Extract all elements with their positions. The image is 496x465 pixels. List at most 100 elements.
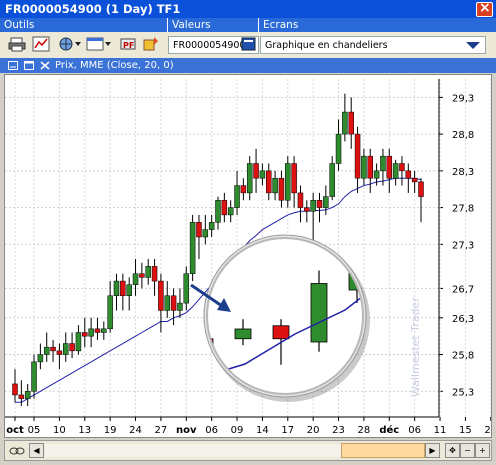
candle — [405, 170, 412, 179]
panel-title: Prix, MME (Close, 20, 0) — [55, 60, 174, 71]
x-tick-label: 19 — [104, 425, 117, 436]
candle — [56, 350, 63, 355]
candle — [145, 266, 151, 278]
x-tick-label: oct — [6, 425, 24, 436]
candle — [132, 273, 139, 285]
candle — [151, 266, 158, 282]
candle — [342, 111, 348, 135]
scroll-thumb[interactable] — [341, 443, 425, 458]
x-tick-label: nov — [176, 425, 197, 436]
close-icon[interactable] — [40, 61, 50, 70]
outils-header: Outils — [0, 18, 168, 32]
candle — [177, 302, 183, 311]
candle — [323, 196, 329, 208]
candle — [215, 199, 221, 223]
candle — [208, 222, 215, 230]
x-tick-label: 20 — [484, 425, 491, 436]
window-icon[interactable] — [86, 36, 104, 52]
candle — [234, 185, 240, 208]
candle — [88, 328, 94, 337]
candle — [75, 332, 82, 352]
candle — [126, 284, 132, 297]
x-tick-label: 10 — [53, 425, 66, 436]
book-icon[interactable] — [240, 36, 258, 52]
alert-icon[interactable] — [142, 36, 160, 52]
candle — [259, 170, 266, 179]
ecran-select[interactable]: Graphique en chandeliers — [260, 36, 486, 54]
candle — [50, 346, 56, 352]
zoom-move-icon[interactable]: ✥ — [445, 443, 460, 458]
x-tick-label: 24 — [129, 425, 142, 436]
print-icon[interactable] — [8, 36, 26, 52]
y-tick-label: 26,3 — [452, 314, 474, 325]
candle — [266, 170, 272, 194]
x-tick-label: 17 — [281, 425, 294, 436]
candle — [113, 280, 120, 297]
candle — [335, 133, 342, 164]
candle — [12, 383, 18, 396]
candle — [101, 328, 107, 333]
close-button[interactable] — [476, 0, 493, 17]
candle — [386, 155, 393, 179]
scroll-link-icon[interactable] — [9, 445, 25, 457]
zoom-candle — [310, 283, 328, 343]
candle — [278, 177, 285, 201]
candle — [418, 181, 424, 197]
candle — [361, 155, 367, 179]
window-title: FR0000054900 (1 Day) TF1 — [5, 2, 181, 16]
valeurs-header: Valeurs — [168, 18, 259, 32]
candle — [310, 199, 316, 212]
horizontal-scrollbar[interactable]: ◀ ▶ ✥ − + — [4, 440, 492, 461]
chart-type-icon[interactable] — [32, 36, 50, 52]
minimize-icon[interactable] — [8, 61, 18, 70]
price-chart[interactable]: 29,3 28,8 28,3 27,8 27,3 26,7 26,3 25,8 25,3 oct 0… — [4, 74, 492, 438]
candle — [316, 199, 323, 208]
ecrans-header: Ecrans — [259, 18, 496, 32]
candle — [380, 155, 386, 172]
y-tick-label: 26,7 — [452, 284, 474, 295]
candle — [202, 229, 209, 238]
candle — [18, 394, 25, 399]
chevron-down-icon[interactable] — [104, 36, 112, 52]
y-tick-label: 27,8 — [452, 204, 474, 215]
candle — [285, 163, 291, 201]
candle — [196, 222, 202, 238]
maximize-icon[interactable] — [24, 61, 34, 70]
candle — [329, 163, 335, 197]
scroll-right-button[interactable]: ▶ — [425, 443, 440, 458]
x-tick-label: 27 — [155, 425, 168, 436]
candle — [367, 155, 373, 179]
chevron-down-icon[interactable] — [74, 36, 82, 52]
zoom-in-icon[interactable]: + — [475, 443, 490, 458]
x-tick-label: 14 — [256, 425, 269, 436]
candle — [354, 133, 361, 179]
chevron-down-icon[interactable] — [463, 38, 483, 52]
candle — [158, 280, 164, 311]
candle — [63, 343, 69, 355]
candle — [183, 273, 190, 304]
candle — [94, 328, 101, 333]
candle — [246, 163, 253, 194]
y-tick-label: 28,8 — [452, 130, 474, 141]
candle — [221, 199, 228, 216]
zoom-candle — [272, 325, 290, 340]
candle — [304, 207, 310, 212]
scroll-left-button[interactable]: ◀ — [29, 443, 44, 458]
toolbar: PF FR0000054900 Graphique en chandeliers — [0, 32, 496, 59]
x-tick-label: déc — [379, 424, 399, 436]
title-bar: FR0000054900 (1 Day) TF1 — [0, 0, 496, 18]
candle — [82, 332, 88, 337]
x-tick-label: 06 — [408, 425, 421, 436]
x-tick-label: 06 — [205, 425, 218, 436]
x-tick-label: 13 — [78, 425, 91, 436]
x-tick-label: 09 — [231, 425, 244, 436]
scroll-track[interactable] — [45, 444, 341, 457]
y-tick-label: 25,3 — [452, 387, 474, 398]
candle — [253, 163, 259, 179]
candle — [43, 346, 50, 355]
y-tick-label: 27,3 — [452, 240, 474, 251]
y-tick-label: 29,3 — [452, 93, 474, 104]
x-tick-label: 23 — [332, 425, 345, 436]
zoom-out-icon[interactable]: − — [460, 443, 475, 458]
trade-icon[interactable]: PF — [120, 36, 138, 52]
